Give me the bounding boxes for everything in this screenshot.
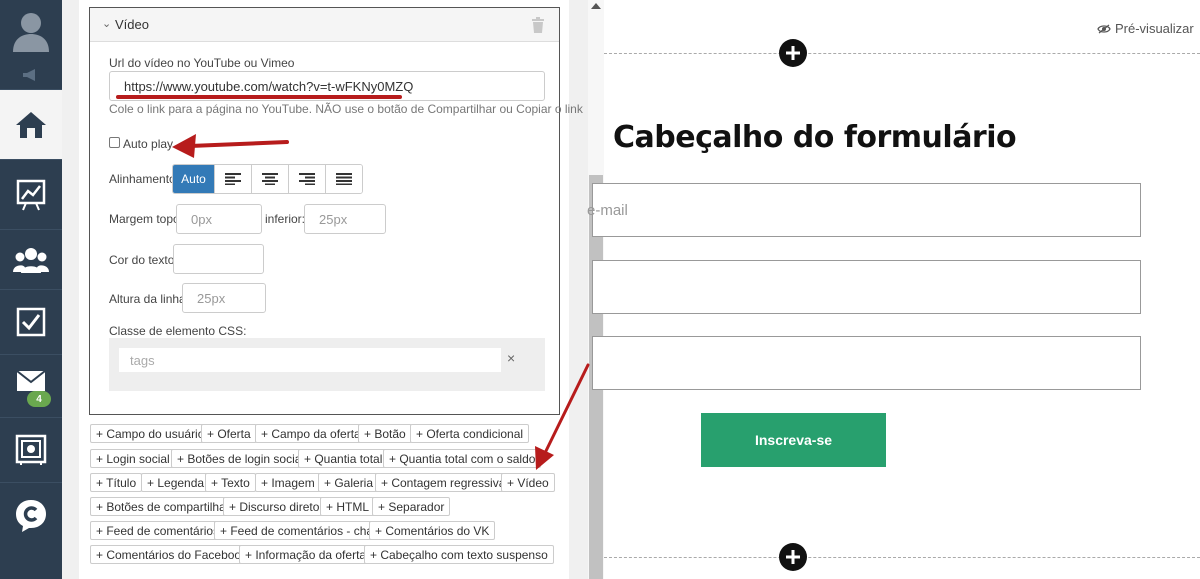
mail-icon: [16, 370, 46, 391]
add-element-button[interactable]: + Quantia total com o saldo: [383, 449, 542, 468]
safe-icon: [15, 434, 47, 465]
chevron-down-icon[interactable]: ⌄: [102, 17, 111, 30]
add-section-bottom-button[interactable]: [779, 543, 807, 571]
align-right-button[interactable]: [288, 165, 325, 193]
add-element-button[interactable]: + Oferta: [201, 424, 257, 443]
email-placeholder: e-mail: [587, 201, 628, 219]
form-field-3[interactable]: [592, 336, 1141, 390]
sidebar-item-stats[interactable]: [0, 160, 62, 230]
text-color-input[interactable]: [173, 244, 264, 274]
plus-icon: [786, 46, 800, 60]
add-element-button[interactable]: + Legenda: [141, 473, 211, 492]
add-element-button[interactable]: + Comentários do Facebook: [90, 545, 254, 564]
add-element-button[interactable]: + Campo do usuário: [90, 424, 211, 443]
add-element-button[interactable]: + HTML: [320, 497, 376, 516]
chart-icon: [16, 179, 46, 210]
add-element-button[interactable]: + Título: [90, 473, 143, 492]
add-element-button[interactable]: + Campo da oferta: [255, 424, 367, 443]
add-element-button[interactable]: + Botões de compartilhar: [90, 497, 236, 516]
margin-bottom-input[interactable]: 25px: [304, 204, 386, 234]
align-justify-icon: [336, 173, 352, 185]
eye-icon: [1097, 24, 1111, 33]
add-element-button[interactable]: + Comentários do VK: [369, 521, 496, 540]
sidebar-item-safe[interactable]: [0, 418, 62, 483]
css-class-label: Classe de elemento CSS:: [109, 324, 247, 338]
add-element-button[interactable]: + Galeria: [318, 473, 380, 492]
alignment-label: Alinhamento: [109, 172, 176, 186]
line-height-label: Altura da linha:: [109, 292, 190, 306]
add-element-button[interactable]: + Imagem: [255, 473, 321, 492]
margin-top-input[interactable]: 0px: [176, 204, 262, 234]
mail-count-badge: 4: [27, 391, 51, 407]
css-tags-input[interactable]: tags: [119, 348, 501, 372]
url-label: Url do vídeo no YouTube ou Vimeo: [109, 56, 295, 70]
add-element-button[interactable]: + Discurso direto: [223, 497, 326, 516]
add-element-button[interactable]: + Botões de login social: [171, 449, 311, 468]
align-auto-button[interactable]: Auto: [173, 165, 214, 193]
avatar[interactable]: [0, 0, 62, 60]
text-color-label: Cor do texto:: [109, 253, 178, 267]
left-sidebar: 4: [0, 0, 62, 579]
preview-label: Pré-visualizar: [1115, 21, 1194, 36]
add-element-button[interactable]: + Informação da oferta: [239, 545, 373, 564]
url-hint: Cole o link para a página no YouTube. NÃ…: [109, 102, 583, 116]
line-height-input[interactable]: 25px: [182, 283, 266, 313]
align-center-icon: [262, 173, 278, 185]
user-avatar-icon: [13, 13, 49, 52]
add-element-button[interactable]: + Botão: [358, 424, 412, 443]
align-left-button[interactable]: [214, 165, 251, 193]
margin-bottom-label: inferior:: [265, 212, 306, 226]
add-video-element-button[interactable]: + Vídeo: [501, 473, 555, 492]
section-divider-top: [604, 53, 1200, 54]
chat-icon: [16, 499, 46, 532]
sidebar-item-contacts[interactable]: [0, 230, 62, 290]
home-icon: [16, 111, 46, 138]
align-left-icon: [225, 173, 241, 185]
align-center-button[interactable]: [251, 165, 288, 193]
subscribe-button[interactable]: Inscreva-se: [701, 413, 886, 467]
add-element-button[interactable]: + Oferta condicional: [410, 424, 530, 443]
autoplay-label[interactable]: Auto play: [123, 137, 173, 151]
form-title[interactable]: Cabeçalho do formulário: [613, 120, 1017, 155]
section-divider-bottom: [604, 557, 1200, 558]
trash-icon[interactable]: [531, 17, 545, 38]
add-element-button[interactable]: + Cabeçalho com texto suspenso: [364, 545, 554, 564]
plus-icon: [786, 550, 800, 564]
annotation-underline: [116, 95, 402, 99]
video-block-header[interactable]: ⌄ Vídeo: [90, 8, 559, 42]
scroll-up-arrow-icon[interactable]: [591, 3, 601, 9]
add-element-button[interactable]: + Login social: [90, 449, 176, 468]
users-icon: [13, 247, 49, 273]
add-element-button[interactable]: + Separador: [372, 497, 451, 516]
video-block-title: Vídeo: [115, 17, 149, 32]
sidebar-item-mail[interactable]: [0, 355, 62, 418]
preview-button[interactable]: Pré-visualizar: [1097, 21, 1194, 36]
align-right-icon: [299, 173, 315, 185]
add-section-top-button[interactable]: [779, 39, 807, 67]
announce-button[interactable]: [0, 60, 62, 90]
sidebar-item-chat[interactable]: [0, 483, 62, 548]
email-field[interactable]: e-mail: [587, 183, 1141, 237]
clear-tags-icon[interactable]: ×: [507, 350, 515, 366]
checkbox-icon: [16, 307, 46, 337]
margin-top-label: Margem topo:: [109, 212, 184, 226]
sidebar-item-tasks[interactable]: [0, 290, 62, 355]
sidebar-item-home[interactable]: [0, 90, 62, 160]
add-element-button[interactable]: + Quantia total: [298, 449, 389, 468]
autoplay-checkbox[interactable]: [109, 137, 120, 148]
form-field-2[interactable]: [592, 260, 1141, 314]
add-element-button[interactable]: + Feed de comentários: [90, 521, 226, 540]
add-element-button[interactable]: + Contagem regressiva: [375, 473, 512, 492]
add-element-button[interactable]: + Texto: [205, 473, 256, 492]
align-justify-button[interactable]: [325, 165, 362, 193]
add-element-button[interactable]: + Feed de comentários - chat: [214, 521, 383, 540]
megaphone-icon: [23, 68, 35, 81]
alignment-button-group: Auto: [172, 164, 363, 194]
